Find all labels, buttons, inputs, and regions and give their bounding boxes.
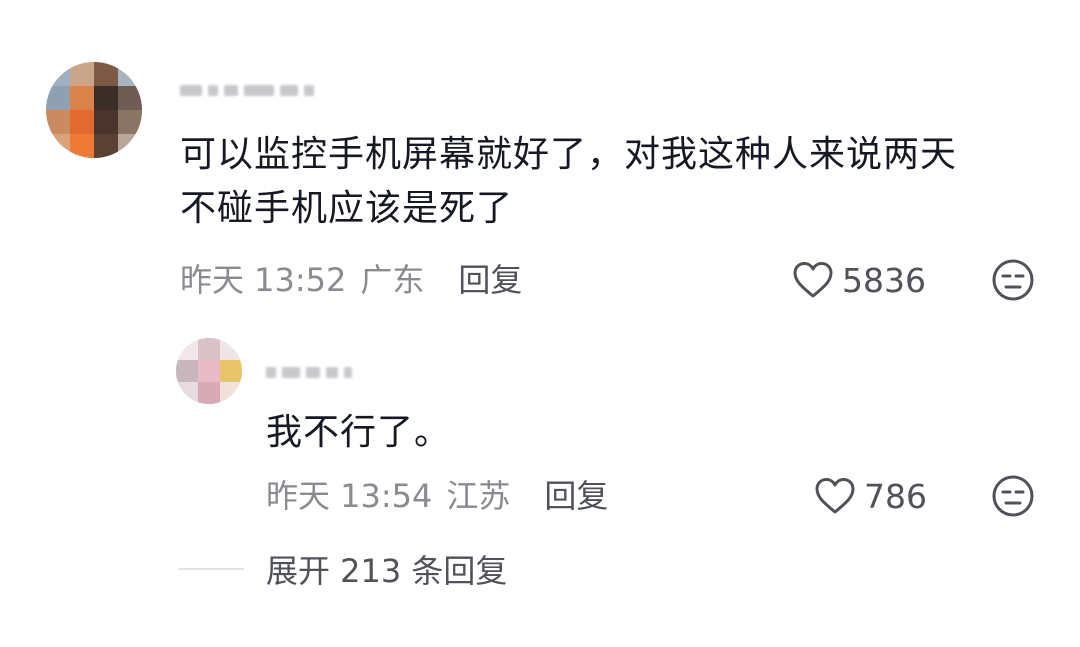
reply-location: 江苏 — [446, 477, 511, 515]
comment-text-line1: 可以监控手机屏幕就好了，对我这种人来说两天 — [180, 134, 958, 175]
reply-avatar[interactable] — [176, 338, 242, 404]
reply-dislike-button[interactable] — [991, 474, 1035, 518]
expand-divider — [178, 568, 244, 570]
reply-text: 我不行了。 — [266, 412, 452, 453]
reply-like-count: 786 — [864, 476, 927, 516]
avatar-image — [46, 62, 142, 158]
unamused-face-icon — [992, 475, 1034, 517]
reply-time: 昨天 13:54 — [266, 477, 433, 515]
comment-dislike-button[interactable] — [991, 258, 1035, 302]
expand-replies-button[interactable]: 展开 213 条回复 — [266, 549, 507, 590]
comment-username-blurred[interactable] — [180, 80, 314, 100]
comment-like-button[interactable]: 5836 — [792, 260, 926, 300]
comment-text: 可以监控手机屏幕就好了，对我这种人来说两天 不碰手机应该是死了 — [180, 128, 1060, 236]
comment-reply-button[interactable]: 回复 — [458, 255, 522, 301]
comment-thread: 可以监控手机屏幕就好了，对我这种人来说两天 不碰手机应该是死了 昨天 13:52… — [0, 0, 1080, 647]
avatar-image — [176, 338, 242, 404]
reply-username-blurred[interactable] — [266, 362, 352, 382]
reply-like-button[interactable]: 786 — [814, 476, 927, 516]
comment-avatar[interactable] — [46, 62, 142, 158]
comment-time: 昨天 13:52 — [180, 261, 347, 299]
comment-location: 广东 — [360, 261, 425, 299]
unamused-face-icon — [992, 259, 1034, 301]
heart-outline-icon — [793, 262, 833, 298]
comment-like-count: 5836 — [842, 260, 926, 300]
comment-meta: 昨天 13:52 广东 回复 — [180, 255, 522, 301]
heart-outline-icon — [815, 478, 855, 514]
comment-text-line2: 不碰手机应该是死了 — [180, 188, 514, 229]
reply-meta: 昨天 13:54 江苏 回复 — [266, 471, 608, 517]
reply-reply-button[interactable]: 回复 — [544, 471, 608, 517]
